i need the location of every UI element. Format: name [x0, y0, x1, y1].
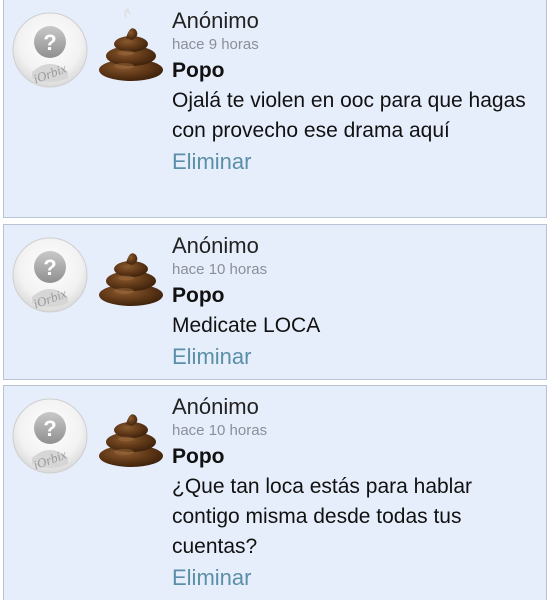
- delete-button[interactable]: Eliminar: [172, 564, 251, 592]
- message-content: Anónimo hace 10 horas Popo Medicate LOCA…: [172, 233, 538, 371]
- message-card: ? iOrbix Anónimo hace 10 horas Popo ¿Que…: [3, 385, 547, 600]
- timestamp: hace 10 horas: [172, 261, 268, 278]
- message-text: ¿Que tan loca estás para hablar contigo …: [172, 475, 473, 558]
- svg-text:?: ?: [43, 416, 56, 441]
- poop-icon: [99, 253, 163, 306]
- anonymous-avatar-icon[interactable]: ? iOrbix: [12, 237, 88, 313]
- message-content: Anónimo hace 10 horas Popo ¿Que tan loca…: [172, 394, 538, 592]
- message-feed: ? iOrbix Anónimo hace 9 horas Popo Ojalá…: [0, 0, 559, 600]
- message-content: Anónimo hace 9 horas Popo Ojalá te viole…: [172, 8, 538, 176]
- message-card: ? iOrbix Anónimo hace 10 horas Popo Medi…: [3, 224, 547, 380]
- poop-icon: [99, 414, 163, 467]
- author-name: Anónimo: [172, 394, 259, 419]
- timestamp: hace 10 horas: [172, 422, 268, 439]
- delete-button[interactable]: Eliminar: [172, 343, 251, 371]
- author-name: Anónimo: [172, 233, 259, 258]
- message-text: Medicate LOCA: [172, 314, 321, 337]
- poop-icon: [99, 8, 163, 81]
- svg-text:?: ?: [43, 255, 56, 280]
- gift-name: Popo: [172, 284, 225, 307]
- author-name: Anónimo: [172, 8, 259, 33]
- anonymous-avatar-icon[interactable]: ? iOrbix: [12, 398, 88, 474]
- message-text: Ojalá te violen en ooc para que hagas co…: [172, 89, 526, 142]
- gift-name: Popo: [172, 445, 225, 468]
- timestamp: hace 9 horas: [172, 36, 259, 53]
- anonymous-avatar-icon[interactable]: ? iOrbix: [12, 12, 88, 88]
- delete-button[interactable]: Eliminar: [172, 148, 251, 176]
- message-card: ? iOrbix Anónimo hace 9 horas Popo Ojalá…: [3, 0, 547, 218]
- svg-text:?: ?: [43, 30, 56, 55]
- gift-name: Popo: [172, 59, 225, 82]
